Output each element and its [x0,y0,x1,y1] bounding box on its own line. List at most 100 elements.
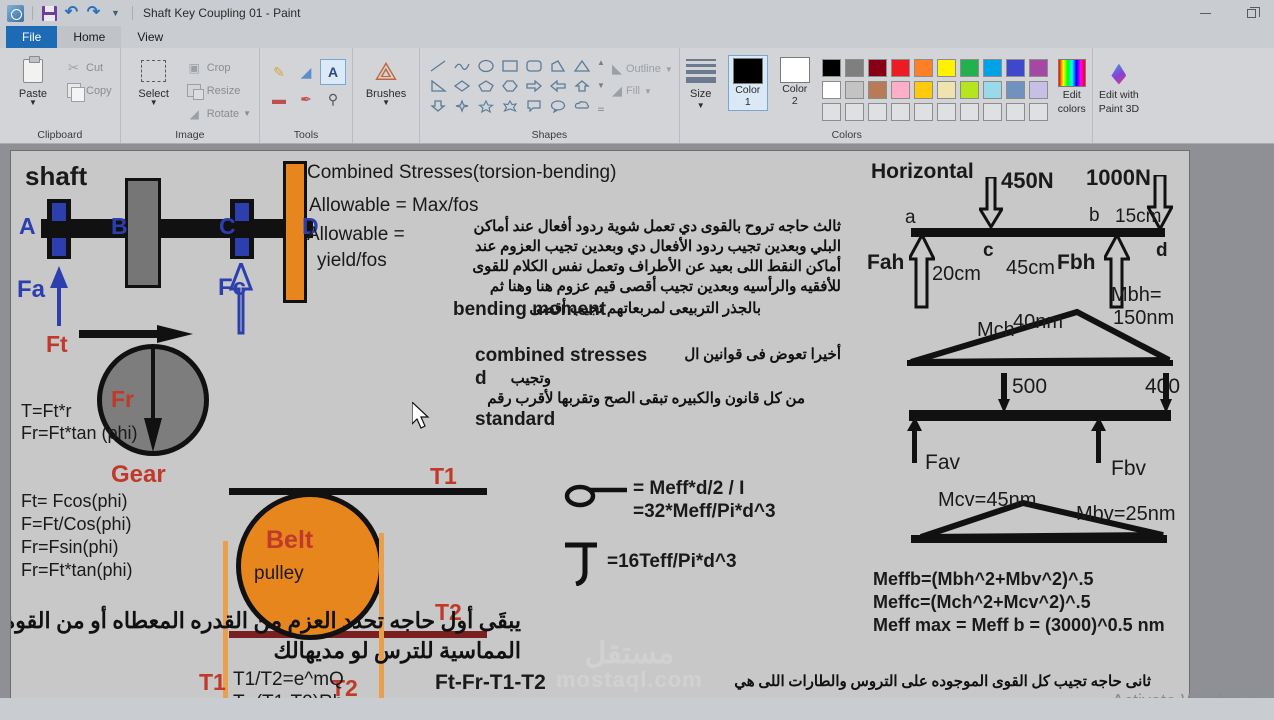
color-2-label-bottom: 2 [791,95,798,107]
four-point-star-shape[interactable] [450,96,474,116]
copy-button[interactable]: Copy [63,80,114,102]
minimize-button[interactable] [1182,0,1228,26]
palette-swatch[interactable] [844,59,864,77]
palette-swatch[interactable] [1005,59,1025,77]
five-point-star-shape[interactable] [474,96,498,116]
palette-swatch[interactable] [821,81,841,99]
tab-file[interactable]: File [6,26,58,48]
palette-swatch-custom[interactable] [936,103,956,121]
palette-swatch[interactable] [982,81,1002,99]
palette-swatch[interactable] [890,59,910,77]
tab-home[interactable]: Home [57,26,122,48]
palette-swatch[interactable] [1005,81,1025,99]
rounded-rectangle-shape[interactable] [522,56,546,76]
pentagon-shape[interactable] [474,76,498,96]
select-button[interactable]: Select ▼ [127,53,181,107]
chevron-down-icon[interactable]: ▼ [29,99,37,107]
gear-fr-label: Fr [111,386,134,412]
undo-icon[interactable]: ↶ [62,4,81,23]
palette-swatch[interactable] [913,59,933,77]
gear-formula-4: F=Ft/Cos(phi) [21,514,132,534]
chevron-down-icon[interactable]: ▼ [243,109,251,118]
oval-callout-shape[interactable] [546,96,570,116]
six-point-star-shape[interactable] [498,96,522,116]
edit-colors-button[interactable]: Edit colors [1057,55,1086,115]
palette-swatch-custom[interactable] [1028,103,1048,121]
curve-shape[interactable] [450,56,474,76]
chevron-down-icon[interactable]: ▼ [644,87,652,96]
palette-swatch[interactable] [1028,59,1048,77]
chevron-down-icon[interactable]: ▼ [150,99,158,107]
palette-swatch-custom[interactable] [844,103,864,121]
scroll-down-icon[interactable]: ▼ [597,81,605,90]
magnifier-tool[interactable]: ⚲ [320,86,346,112]
color-picker-tool[interactable]: ✒ [293,86,319,112]
oval-shape[interactable] [474,56,498,76]
outline-button[interactable]: ◣ Outline ▼ [612,61,673,77]
fill-with-color-tool[interactable]: ◢ [293,59,319,85]
palette-swatch[interactable] [867,59,887,77]
palette-swatch-custom[interactable] [1005,103,1025,121]
palette-swatch[interactable] [844,81,864,99]
palette-swatch[interactable] [936,59,956,77]
chevron-down-icon[interactable]: ▼ [697,102,705,110]
paste-button[interactable]: Paste ▼ [6,53,60,107]
canvas-area[interactable]: shaft A B C D Fa Fc Combined Stresses(to… [0,144,1274,720]
edit-with-paint3d-button[interactable]: Edit with Paint 3D [1099,57,1139,115]
palette-swatch-custom[interactable] [982,103,1002,121]
bottom-arabic-line-2: المماسية للترس لو مديهالك [273,638,521,663]
pencil-tool[interactable]: ✎ [266,59,292,85]
palette-swatch[interactable] [913,81,933,99]
diamond-shape[interactable] [450,76,474,96]
redo-icon[interactable]: ↷ [84,4,103,23]
polygon-shape[interactable] [546,56,570,76]
left-arrow-shape[interactable] [546,76,570,96]
line-shape[interactable] [426,56,450,76]
palette-swatch[interactable] [959,59,979,77]
crop-button[interactable]: ▣ Crop [184,57,253,78]
palette-swatch-custom[interactable] [890,103,910,121]
copy-label: Copy [86,84,112,97]
shapes-expand-icon[interactable]: ⚌ [597,104,604,113]
rounded-callout-shape[interactable] [522,96,546,116]
color-1-button[interactable]: Color 1 [727,55,768,111]
palette-swatch-custom[interactable] [913,103,933,121]
size-button[interactable]: Size ▼ [685,53,716,110]
fill-button[interactable]: ◢ Fill ▼ [612,83,673,99]
brushes-button[interactable]: ⟁ Brushes ▼ [359,53,413,107]
right-triangle-shape[interactable] [426,76,450,96]
right-arrow-shape[interactable] [522,76,546,96]
tab-view[interactable]: View [121,26,179,48]
save-icon[interactable] [40,4,59,23]
palette-swatch[interactable] [982,59,1002,77]
palette-swatch[interactable] [936,81,956,99]
customize-quick-access-icon[interactable]: ▼ [106,4,125,23]
resize-button[interactable]: Resize [184,80,253,101]
up-arrow-shape[interactable] [570,76,594,96]
paint-app-logo[interactable] [6,4,25,23]
palette-swatch-custom[interactable] [959,103,979,121]
palette-swatch[interactable] [890,81,910,99]
cloud-callout-shape[interactable] [570,96,594,116]
rectangle-shape[interactable] [498,56,522,76]
text-tool[interactable]: A [320,59,347,85]
chevron-down-icon[interactable]: ▼ [665,65,673,74]
palette-swatch[interactable] [821,59,841,77]
chevron-down-icon[interactable]: ▼ [382,99,390,107]
palette-swatch-custom[interactable] [867,103,887,121]
eraser-tool[interactable]: ▬ [266,86,292,112]
sigma-formula-line-1: = Meff*d/2 / I [633,478,745,499]
down-arrow-shape[interactable] [426,96,450,116]
palette-swatch-custom[interactable] [821,103,841,121]
palette-swatch[interactable] [1028,81,1048,99]
restore-button[interactable] [1228,0,1274,26]
color-2-button[interactable]: Color 2 [776,55,814,109]
hexagon-shape[interactable] [498,76,522,96]
triangle-shape[interactable] [570,56,594,76]
drawing-canvas[interactable]: shaft A B C D Fa Fc Combined Stresses(to… [10,150,1190,715]
palette-swatch[interactable] [867,81,887,99]
scroll-up-icon[interactable]: ▲ [597,58,605,67]
rotate-button[interactable]: ◢ Rotate ▼ [184,103,253,124]
palette-swatch[interactable] [959,81,979,99]
cut-button[interactable]: ✂ Cut [63,57,114,78]
